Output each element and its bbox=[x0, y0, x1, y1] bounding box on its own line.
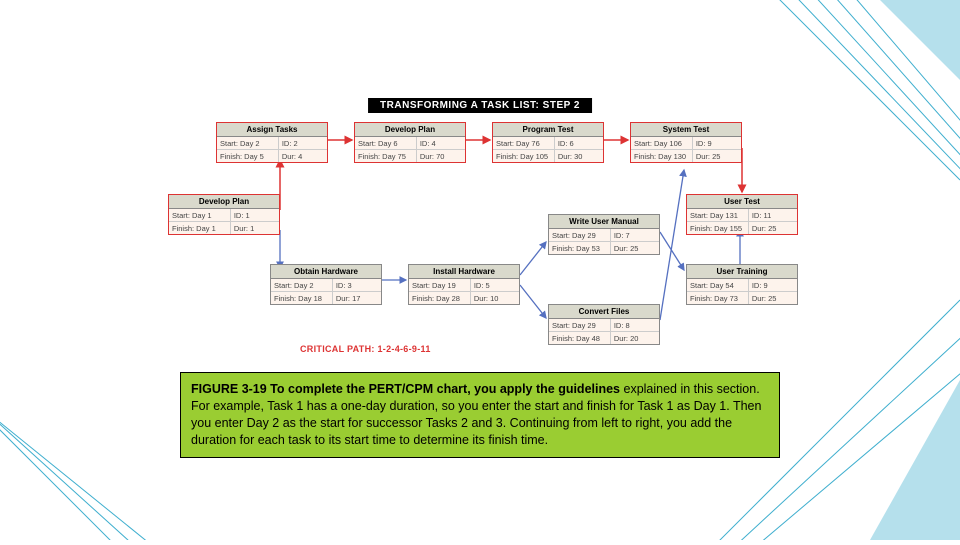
task-title: User Test bbox=[687, 195, 797, 209]
task-finish: Finish: Day 48 bbox=[549, 332, 611, 344]
pert-cpm-chart: TRANSFORMING A TASK LIST: STEP 2 Assign … bbox=[160, 100, 800, 360]
task-id: ID: 3 bbox=[333, 279, 381, 291]
task-id: ID: 1 bbox=[231, 209, 279, 221]
task-id: ID: 7 bbox=[611, 229, 659, 241]
figure-caption: FIGURE 3-19 To complete the PERT/CPM cha… bbox=[180, 372, 780, 458]
task-title: Obtain Hardware bbox=[271, 265, 381, 279]
task-start: Start: Day 106 bbox=[631, 137, 693, 149]
task-start: Start: Day 6 bbox=[355, 137, 417, 149]
task-finish: Finish: Day 130 bbox=[631, 150, 693, 162]
task-start: Start: Day 29 bbox=[549, 319, 611, 331]
task-dur: Dur: 25 bbox=[749, 292, 797, 304]
task-box-obtain-hardware: Obtain Hardware Start: Day 2ID: 3 Finish… bbox=[270, 264, 382, 305]
caption-lead: FIGURE 3-19 To complete the PERT/CPM cha… bbox=[191, 382, 620, 396]
task-start: Start: Day 1 bbox=[169, 209, 231, 221]
task-title: Develop Plan bbox=[169, 195, 279, 209]
task-title: Convert Files bbox=[549, 305, 659, 319]
task-box-assign-tasks: Assign Tasks Start: Day 2ID: 2 Finish: D… bbox=[216, 122, 328, 163]
task-finish: Finish: Day 155 bbox=[687, 222, 749, 234]
task-start: Start: Day 76 bbox=[493, 137, 555, 149]
task-box-program-test: Program Test Start: Day 76ID: 6 Finish: … bbox=[492, 122, 604, 163]
task-dur: Dur: 17 bbox=[333, 292, 381, 304]
task-id: ID: 8 bbox=[611, 319, 659, 331]
task-dur: Dur: 70 bbox=[417, 150, 465, 162]
task-title: Develop Plan bbox=[355, 123, 465, 137]
task-dur: Dur: 25 bbox=[693, 150, 741, 162]
task-box-develop-plan-2: Develop Plan Start: Day 6ID: 4 Finish: D… bbox=[354, 122, 466, 163]
task-finish: Finish: Day 75 bbox=[355, 150, 417, 162]
task-dur: Dur: 25 bbox=[611, 242, 659, 254]
task-dur: Dur: 25 bbox=[749, 222, 797, 234]
task-box-write-user-manual: Write User Manual Start: Day 29ID: 7 Fin… bbox=[548, 214, 660, 255]
task-id: ID: 9 bbox=[749, 279, 797, 291]
task-dur: Dur: 10 bbox=[471, 292, 519, 304]
task-finish: Finish: Day 1 bbox=[169, 222, 231, 234]
task-title: Program Test bbox=[493, 123, 603, 137]
task-finish: Finish: Day 105 bbox=[493, 150, 555, 162]
task-id: ID: 11 bbox=[749, 209, 797, 221]
task-start: Start: Day 131 bbox=[687, 209, 749, 221]
task-id: ID: 9 bbox=[693, 137, 741, 149]
task-id: ID: 6 bbox=[555, 137, 603, 149]
task-finish: Finish: Day 5 bbox=[217, 150, 279, 162]
task-title: User Training bbox=[687, 265, 797, 279]
task-title: Write User Manual bbox=[549, 215, 659, 229]
task-id: ID: 5 bbox=[471, 279, 519, 291]
task-dur: Dur: 1 bbox=[231, 222, 279, 234]
task-start: Start: Day 54 bbox=[687, 279, 749, 291]
task-box-user-test: User Test Start: Day 131ID: 11 Finish: D… bbox=[686, 194, 798, 235]
task-box-system-test: System Test Start: Day 106ID: 9 Finish: … bbox=[630, 122, 742, 163]
task-dur: Dur: 30 bbox=[555, 150, 603, 162]
task-finish: Finish: Day 28 bbox=[409, 292, 471, 304]
task-box-install-hardware: Install Hardware Start: Day 19ID: 5 Fini… bbox=[408, 264, 520, 305]
task-box-convert-files: Convert Files Start: Day 29ID: 8 Finish:… bbox=[548, 304, 660, 345]
task-start: Start: Day 29 bbox=[549, 229, 611, 241]
task-start: Start: Day 2 bbox=[271, 279, 333, 291]
chart-banner: TRANSFORMING A TASK LIST: STEP 2 bbox=[368, 98, 592, 113]
task-id: ID: 2 bbox=[279, 137, 327, 149]
task-id: ID: 4 bbox=[417, 137, 465, 149]
task-finish: Finish: Day 18 bbox=[271, 292, 333, 304]
task-finish: Finish: Day 73 bbox=[687, 292, 749, 304]
task-dur: Dur: 20 bbox=[611, 332, 659, 344]
task-start: Start: Day 19 bbox=[409, 279, 471, 291]
task-box-user-training: User Training Start: Day 54ID: 9 Finish:… bbox=[686, 264, 798, 305]
critical-path-label: CRITICAL PATH: 1-2-4-6-9-11 bbox=[300, 344, 431, 354]
task-title: Install Hardware bbox=[409, 265, 519, 279]
task-title: Assign Tasks bbox=[217, 123, 327, 137]
task-dur: Dur: 4 bbox=[279, 150, 327, 162]
task-start: Start: Day 2 bbox=[217, 137, 279, 149]
task-finish: Finish: Day 53 bbox=[549, 242, 611, 254]
task-box-develop-plan: Develop Plan Start: Day 1ID: 1 Finish: D… bbox=[168, 194, 280, 235]
task-title: System Test bbox=[631, 123, 741, 137]
